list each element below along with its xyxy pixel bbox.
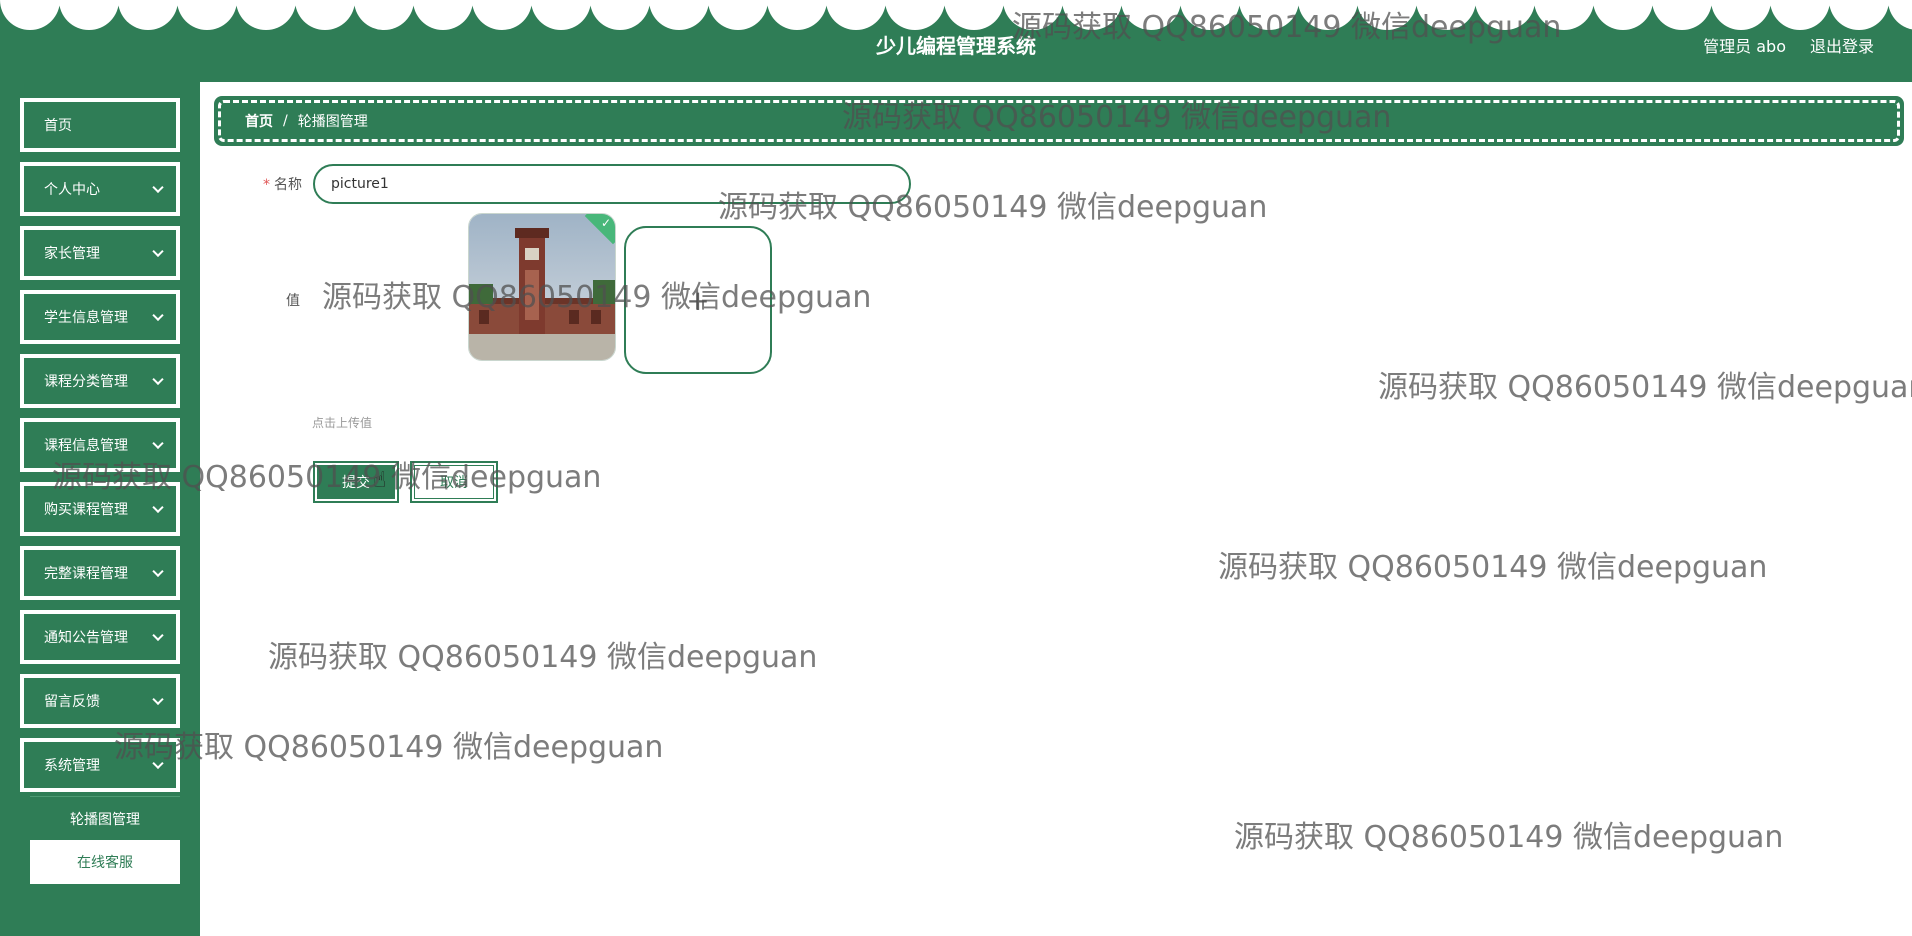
breadcrumb-inner: 首页 / 轮播图管理 [218,100,1900,142]
breadcrumb-current: 轮播图管理 [297,114,368,130]
chevron-down-icon [152,437,164,450]
header-scallop-decoration [0,0,1912,30]
sidebar-item-student-info[interactable]: 学生信息管理 [20,290,180,344]
header-scallop [1416,0,1476,30]
uploaded-image-thumbnail[interactable]: ✓ [468,213,616,361]
sidebar-item-complete-course[interactable]: 完整课程管理 [20,546,180,600]
sidebar-item-label: 课程信息管理 [44,438,128,454]
cancel-button[interactable]: 取消 [410,461,498,503]
sidebar-item-feedback[interactable]: 留言反馈 [20,674,180,728]
header-scallop [1829,0,1889,30]
watermark-text: 源码获取 QQ86050149 微信deepguan [268,640,818,675]
sidebar-item-system[interactable]: 系统管理 [20,738,180,792]
upload-hint: 点击上传值 [312,416,373,430]
header-scallop [1298,0,1358,30]
header-scallop [472,0,532,30]
chevron-down-icon [152,757,164,770]
header-scallop [1475,0,1535,30]
header-scallop [177,0,237,30]
header-scallop [1888,0,1912,30]
chevron-down-icon [152,373,164,386]
header-scallop [1239,0,1299,30]
header-scallop [1711,0,1771,30]
sidebar-item-label: 留言反馈 [44,694,100,710]
top-header: 少儿编程管理系统 管理员 abo 退出登录 [0,0,1912,82]
sidebar-item-label: 通知公告管理 [44,630,128,646]
submenu-online-service[interactable]: 在线客服 [30,840,180,884]
submenu-carousel-management[interactable]: 轮播图管理 [30,796,180,840]
sidebar-item-purchase-course[interactable]: 购买课程管理 [20,482,180,536]
building-photo-image [469,214,615,360]
header-scallop [0,0,60,30]
sidebar-item-label: 首页 [44,118,72,134]
image-upload-button[interactable]: + [624,226,772,374]
current-user: 管理员 abo [1703,37,1786,56]
sidebar: 首页 个人中心 家长管理 学生信息管理 课程分类管理 课程信息管理 购买课程管理… [0,82,200,936]
check-icon: ✓ [600,216,611,230]
header-scallop [649,0,709,30]
logout-link[interactable]: 退出登录 [1810,33,1874,57]
header-scallop [413,0,473,30]
sidebar-item-notice[interactable]: 通知公告管理 [20,610,180,664]
header-scallop [295,0,355,30]
plus-icon: + [686,283,710,317]
sidebar-item-label: 系统管理 [44,758,100,774]
sidebar-item-label: 学生信息管理 [44,310,128,326]
header-scallop [1357,0,1417,30]
required-mark: * [263,177,270,193]
header-scallop [826,0,886,30]
header-scallop [1593,0,1653,30]
name-input[interactable] [313,164,911,204]
hand-pointer-icon: ☝ [373,468,387,493]
chevron-down-icon [152,565,164,578]
chevron-down-icon [152,309,164,322]
header-scallop [590,0,650,30]
chevron-down-icon [152,181,164,194]
header-scallop [944,0,1004,30]
sidebar-item-course-category[interactable]: 课程分类管理 [20,354,180,408]
chevron-down-icon [152,245,164,258]
sidebar-item-label: 家长管理 [44,246,100,262]
header-scallop [531,0,591,30]
sidebar-item-label: 购买课程管理 [44,502,128,518]
watermark-text: 源码获取 QQ86050149 微信deepguan [1218,550,1768,585]
header-scallop [1062,0,1122,30]
header-scallop [1003,0,1063,30]
app-title: 少儿编程管理系统 [876,34,1036,58]
sidebar-item-parent-management[interactable]: 家长管理 [20,226,180,280]
header-scallop [708,0,768,30]
sidebar-item-label: 个人中心 [44,182,100,198]
sidebar-item-course-info[interactable]: 课程信息管理 [20,418,180,472]
chevron-down-icon [152,501,164,514]
watermark-text: 源码获取 QQ86050149 微信deepguan [1234,820,1784,855]
breadcrumb-home-link[interactable]: 首页 [245,111,273,131]
chevron-down-icon [152,629,164,642]
header-scallop [1180,0,1240,30]
value-field-label: 值 [286,293,300,309]
breadcrumb-separator: / [283,113,288,129]
header-scallop [59,0,119,30]
header-scallop [885,0,945,30]
header-scallop [118,0,178,30]
header-scallop [1534,0,1594,30]
sidebar-item-personal-center[interactable]: 个人中心 [20,162,180,216]
header-scallop [1121,0,1181,30]
watermark-text: 源码获取 QQ86050149 微信deepguan [1378,370,1912,405]
sidebar-item-label: 完整课程管理 [44,566,128,582]
sidebar-item-home[interactable]: 首页 [20,98,180,152]
sidebar-item-label: 课程分类管理 [44,374,128,390]
header-scallop [236,0,296,30]
name-field-label: * 名称 [258,174,302,194]
header-scallop [1770,0,1830,30]
header-scallop [354,0,414,30]
breadcrumb: 首页 / 轮播图管理 [214,96,1904,146]
header-scallop [1652,0,1712,30]
name-label-text: 名称 [274,177,302,193]
header-scallop [767,0,827,30]
chevron-down-icon [152,693,164,706]
